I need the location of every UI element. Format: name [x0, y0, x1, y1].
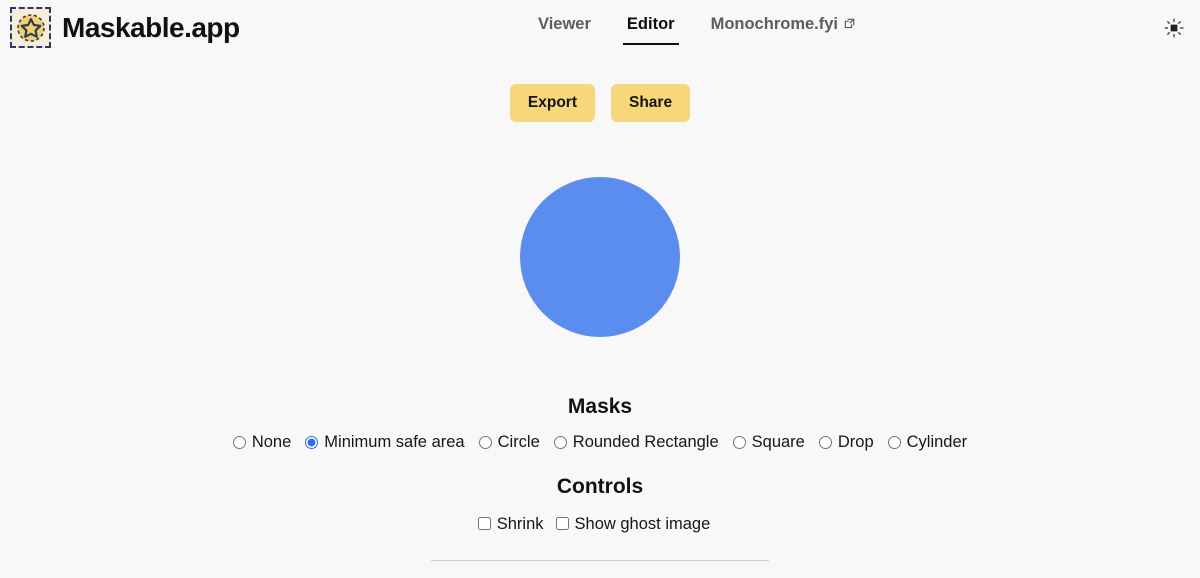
nav-item-viewer[interactable]: Viewer: [520, 11, 609, 37]
share-button[interactable]: Share: [611, 84, 691, 122]
mask-option-cylinder[interactable]: Cylinder: [887, 433, 968, 452]
sun-icon: [1163, 17, 1185, 42]
action-button-row: Export Share: [509, 84, 691, 122]
nav-item-monochrome-fyi[interactable]: Monochrome.fyi: [693, 11, 873, 37]
mask-radio-square[interactable]: [732, 435, 746, 449]
controls-section-title: Controls: [556, 474, 644, 498]
editor-main: Export Share Masks None Minimum safe are…: [0, 56, 1200, 569]
app-header: Maskable.app Viewer Editor Monochrome.fy…: [0, 0, 1200, 56]
mask-radio-drop[interactable]: [818, 435, 832, 449]
mask-radio-circle[interactable]: [478, 435, 492, 449]
control-option-label: Shrink: [496, 514, 544, 533]
brand[interactable]: Maskable.app: [10, 7, 240, 48]
main-nav: Viewer Editor Monochrome.fyi: [520, 11, 873, 45]
mask-option-label: None: [251, 433, 292, 452]
control-option-show-ghost-image[interactable]: Show ghost image: [555, 514, 711, 533]
nav-item-label: Monochrome.fyi: [710, 15, 839, 33]
controls-option-row: Shrink Show ghost image: [477, 514, 723, 533]
mask-option-label: Cylinder: [906, 433, 968, 452]
mask-option-label: Drop: [837, 433, 874, 452]
nav-item-label: Editor: [626, 15, 675, 33]
mask-option-label: Rounded Rectangle: [572, 433, 719, 452]
mask-radio-none[interactable]: [232, 435, 246, 449]
masks-section-title: Masks: [567, 395, 633, 418]
icon-preview-canvas[interactable]: [500, 157, 700, 357]
export-button[interactable]: Export: [509, 84, 595, 122]
mask-option-label: Square: [751, 433, 805, 452]
nav-item-editor[interactable]: Editor: [609, 11, 693, 45]
preview-masked-icon: [520, 177, 680, 337]
brand-name: Maskable.app: [62, 11, 240, 43]
mask-option-drop[interactable]: Drop: [818, 433, 874, 452]
maskable-star-logo-icon: [10, 7, 51, 48]
mask-option-square[interactable]: Square: [732, 433, 805, 452]
theme-toggle-button[interactable]: [1161, 16, 1187, 42]
section-divider: [431, 560, 769, 562]
mask-option-none[interactable]: None: [232, 433, 292, 452]
external-link-icon: [844, 11, 855, 37]
mask-option-rounded-rectangle[interactable]: Rounded Rectangle: [553, 433, 719, 452]
control-option-label: Show ghost image: [574, 514, 711, 533]
masks-option-row: None Minimum safe area Circle Rounded Re…: [232, 433, 968, 452]
nav-item-label: Viewer: [538, 15, 591, 33]
mask-radio-minimum-safe-area[interactable]: [305, 435, 319, 449]
shrink-checkbox[interactable]: [477, 517, 491, 531]
mask-option-circle[interactable]: Circle: [478, 433, 540, 452]
mask-radio-cylinder[interactable]: [887, 435, 901, 449]
mask-radio-rounded-rectangle[interactable]: [553, 435, 567, 449]
mask-option-label: Circle: [497, 433, 540, 452]
control-option-shrink[interactable]: Shrink: [477, 514, 544, 533]
show-ghost-image-checkbox[interactable]: [555, 517, 569, 531]
mask-option-minimum-safe-area[interactable]: Minimum safe area: [305, 433, 465, 452]
mask-option-label: Minimum safe area: [324, 433, 465, 452]
